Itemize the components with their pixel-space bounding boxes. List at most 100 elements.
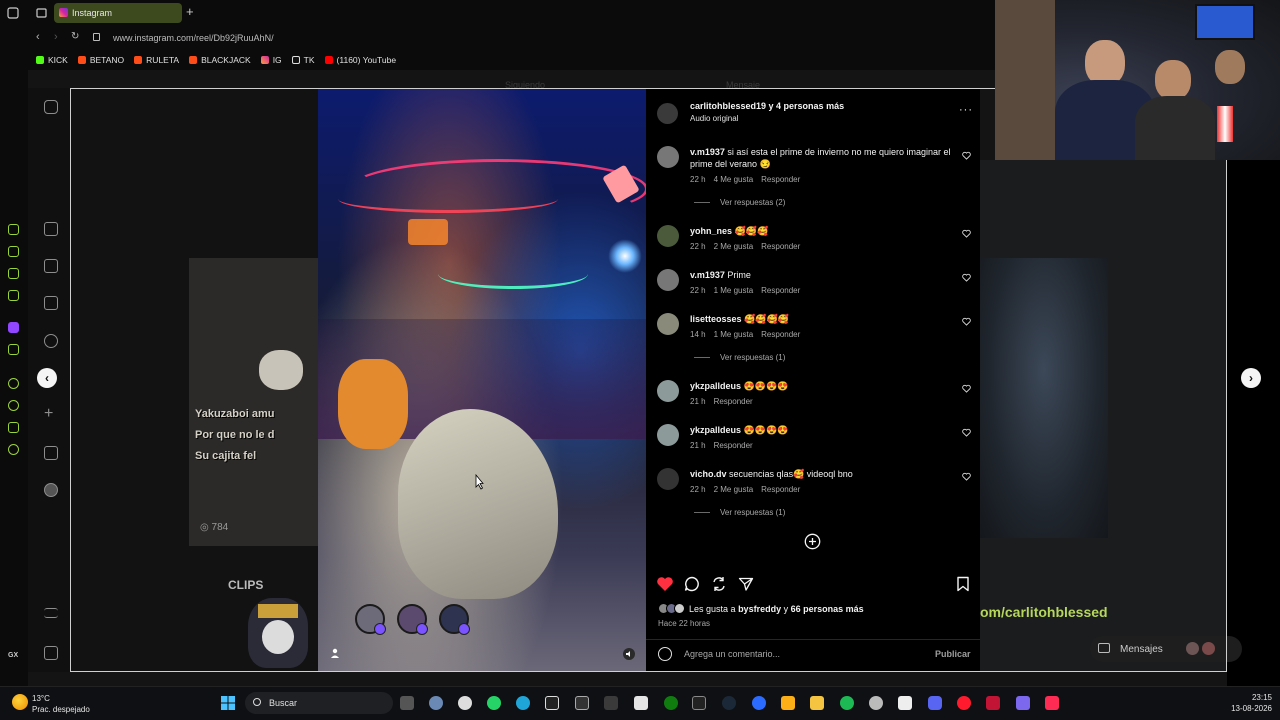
percent-icon[interactable] (8, 344, 19, 355)
home-icon[interactable] (44, 222, 58, 236)
avatar[interactable] (397, 604, 428, 635)
capcut-icon[interactable] (545, 696, 559, 710)
app-grid-icon[interactable] (1016, 696, 1030, 710)
avatar[interactable] (657, 225, 679, 247)
unity-icon[interactable] (575, 696, 589, 710)
view-replies[interactable]: Ver respuestas (1) (694, 508, 785, 517)
avatar[interactable] (657, 313, 679, 335)
more-options-icon[interactable]: ··· (959, 104, 973, 116)
history-icon[interactable] (8, 224, 19, 235)
system-clock[interactable]: 23:15 13-08-2026 (1220, 692, 1272, 714)
reel-video[interactable] (318, 89, 646, 671)
search-icon[interactable] (44, 334, 58, 348)
wallet-icon[interactable] (8, 268, 19, 279)
repost-icon[interactable] (711, 576, 727, 592)
tab-overview-icon[interactable] (36, 8, 47, 18)
spotify-icon[interactable] (840, 696, 854, 710)
back-icon[interactable]: ‹ (36, 31, 40, 43)
view-replies[interactable]: Ver respuestas (2) (694, 198, 785, 207)
file-explorer-icon[interactable] (810, 696, 824, 710)
share-send-icon[interactable] (738, 576, 754, 592)
new-tab-plus-icon[interactable]: + (186, 4, 194, 19)
avatar[interactable] (657, 468, 679, 490)
xbox-icon[interactable] (664, 696, 678, 710)
chatgpt-icon[interactable] (458, 696, 472, 710)
volume-icon[interactable] (623, 648, 635, 660)
tab-instagram[interactable]: Instagram (54, 3, 182, 23)
load-more-comments-icon[interactable] (804, 533, 821, 550)
like-comment-heart-icon[interactable] (962, 384, 971, 393)
publish-button[interactable]: Publicar (935, 649, 971, 659)
weather-widget[interactable]: 13°C Prac. despejado (32, 693, 90, 715)
weather-sun-icon[interactable] (12, 694, 28, 710)
likes-summary[interactable]: Les gusta a bysfreddy y 66 personas más (658, 603, 864, 614)
like-comment-heart-icon[interactable] (962, 472, 971, 481)
windows-start-icon[interactable] (221, 696, 235, 710)
url-field[interactable]: www.instagram.com/reel/Db92jRuuAhN/ (113, 33, 274, 43)
avatar[interactable] (657, 146, 679, 168)
rockstar-icon[interactable] (781, 696, 795, 710)
like-comment-heart-icon[interactable] (962, 151, 971, 160)
edge-icon[interactable] (516, 696, 530, 710)
view-replies[interactable]: Ver respuestas (1) (694, 353, 785, 362)
previous-reel-button[interactable]: ‹ (37, 368, 57, 388)
avatar[interactable] (439, 604, 470, 635)
bookmark-ruleta[interactable]: RULETA (134, 55, 179, 65)
bookmark-tk[interactable]: TK (291, 55, 315, 65)
tiktok-icon[interactable] (1045, 696, 1059, 710)
emoji-icon[interactable] (658, 647, 672, 661)
comment-input[interactable]: Agrega un comentario... (684, 649, 780, 659)
bag-icon[interactable] (8, 246, 19, 257)
avatar[interactable] (657, 269, 679, 291)
author-avatar[interactable] (657, 103, 678, 124)
apps-icon[interactable] (44, 646, 58, 660)
app-icon[interactable] (869, 696, 883, 710)
epic-games-icon[interactable] (692, 696, 706, 710)
tagged-user-icon[interactable] (330, 648, 340, 658)
opera-gx-icon[interactable] (957, 696, 971, 710)
store-icon[interactable] (634, 696, 648, 710)
bookmark-blackjack[interactable]: BLACKJACK (189, 55, 251, 65)
like-comment-heart-icon[interactable] (962, 428, 971, 437)
whatsapp-icon[interactable] (487, 696, 501, 710)
twitch-icon[interactable] (8, 322, 19, 333)
clock-icon[interactable] (8, 400, 19, 411)
app-icon[interactable] (898, 696, 912, 710)
settings-icon[interactable] (429, 696, 443, 710)
play-icon[interactable] (8, 378, 19, 389)
reload-icon[interactable]: ↻ (71, 31, 79, 42)
app-icon[interactable] (604, 696, 618, 710)
browser-menu-icon[interactable] (7, 7, 19, 19)
dashboard-icon[interactable] (44, 446, 58, 460)
like-comment-heart-icon[interactable] (962, 317, 971, 326)
taskbar-search[interactable]: Buscar (245, 692, 393, 714)
discord-icon[interactable] (928, 696, 942, 710)
create-plus-icon[interactable]: + (44, 406, 58, 422)
next-reel-button[interactable]: › (1241, 368, 1261, 388)
more-menu-icon[interactable] (44, 608, 58, 618)
like-heart-icon[interactable] (656, 576, 674, 592)
avatar[interactable] (657, 424, 679, 446)
settings-gear-icon[interactable] (8, 444, 19, 455)
avatar[interactable] (657, 380, 679, 402)
messages-icon[interactable] (44, 296, 58, 310)
forward-icon[interactable]: › (54, 31, 58, 43)
post-author[interactable]: carlitohblessed19 y 4 personas más (690, 101, 844, 111)
bookmark-ig[interactable]: IG (260, 55, 282, 65)
collaborator-avatars[interactable] (353, 604, 473, 638)
bookmark-youtube[interactable]: (1160) YouTube (324, 55, 396, 65)
steam-icon[interactable] (722, 696, 736, 710)
bookmark-kick[interactable]: KICK (36, 55, 68, 65)
audio-label[interactable]: Audio original (690, 114, 738, 123)
like-comment-heart-icon[interactable] (962, 273, 971, 282)
task-view-icon[interactable] (400, 696, 414, 710)
instagram-logo-icon[interactable] (44, 100, 58, 114)
avatar[interactable] (355, 604, 386, 635)
cube-icon[interactable] (8, 422, 19, 433)
profile-avatar[interactable] (44, 483, 58, 497)
gmail-icon[interactable] (8, 290, 19, 301)
bookmark-betano[interactable]: BETANO (77, 55, 124, 65)
like-comment-heart-icon[interactable] (962, 229, 971, 238)
ea-icon[interactable] (752, 696, 766, 710)
app-icon[interactable] (986, 696, 1000, 710)
